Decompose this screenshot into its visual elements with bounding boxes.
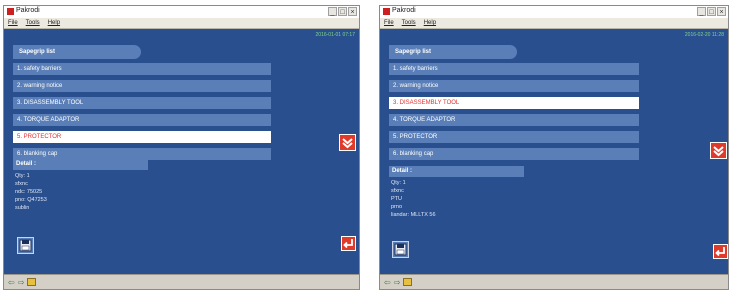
detail-line: Qty: 1: [391, 180, 406, 186]
enter-button[interactable]: [341, 236, 356, 251]
menu-bar: File Tools Help: [380, 18, 728, 29]
detail-line: prno: [391, 204, 403, 210]
detail-panel: Qty: 1 sfxnc PTU prno liandar: MLLTX 56: [391, 179, 436, 219]
detail-panel: Qty: 1 sfxnc ndc: 75025 pno: Q47253 subl…: [15, 172, 47, 212]
list-item-blanking-cap[interactable]: 6. blanking cap: [389, 148, 639, 160]
detail-line: sfxnc: [391, 188, 404, 194]
detail-line: ndc: 75025: [15, 189, 43, 195]
menu-tools[interactable]: Tools: [26, 20, 40, 26]
tool-list: 1. safety barriers 2. warning notice 3. …: [13, 63, 271, 165]
enter-icon: [715, 247, 725, 257]
tool-list: 1. safety barriers 2. warning notice 3. …: [389, 63, 639, 165]
save-button[interactable]: [392, 241, 409, 258]
detail-line: sublin: [15, 205, 30, 211]
forward-arrow-icon[interactable]: ⇨: [18, 278, 25, 287]
app-window-right: Pakrodi _ □ × File Tools Help 2016-02-20…: [379, 5, 729, 290]
detail-line: Qty: 1: [15, 173, 30, 179]
close-button[interactable]: ×: [717, 7, 726, 16]
down-arrow-icon: [342, 138, 353, 149]
app-window-left: Pakrodi _ □ × File Tools Help 2016-01-01…: [3, 5, 360, 290]
detail-header: Detail :: [389, 166, 524, 177]
menu-help[interactable]: Help: [48, 20, 60, 26]
list-item-disassembly-tool[interactable]: 3. DISASSEMBLY TOOL: [389, 97, 639, 109]
list-item-warning-notice[interactable]: 2. warning notice: [389, 80, 639, 92]
list-item-disassembly-tool[interactable]: 3. DISASSEMBLY TOOL: [13, 97, 271, 109]
menu-file[interactable]: File: [384, 20, 394, 26]
enter-button[interactable]: [713, 244, 728, 259]
menu-tools[interactable]: Tools: [402, 20, 416, 26]
detail-line: PTU: [391, 196, 402, 202]
app-icon: [7, 8, 14, 15]
list-header: Sapegrip list: [389, 45, 517, 59]
minimize-button[interactable]: _: [697, 7, 706, 16]
list-item-torque-adaptor[interactable]: 4. TORQUE ADAPTOR: [389, 114, 639, 126]
save-disk-icon: [394, 243, 407, 256]
list-item-protector[interactable]: 5. PROTECTOR: [13, 131, 271, 143]
list-item-warning-notice[interactable]: 2. warning notice: [13, 80, 271, 92]
main-panel: 2016-02-20 11:28 Sapegrip list 1. safety…: [380, 29, 728, 275]
main-panel: 2016-01-01 07:17 Sapegrip list 1. safety…: [4, 29, 359, 275]
datetime-display: 2016-01-01 07:17: [315, 32, 355, 38]
back-arrow-icon[interactable]: ⇦: [384, 278, 391, 287]
app-icon: [383, 8, 390, 15]
list-item-torque-adaptor[interactable]: 4. TORQUE ADAPTOR: [13, 114, 271, 126]
list-header: Sapegrip list: [13, 45, 141, 59]
down-arrow-button[interactable]: [339, 134, 356, 151]
enter-icon: [343, 239, 353, 249]
menu-bar: File Tools Help: [4, 18, 359, 29]
forward-arrow-icon[interactable]: ⇨: [394, 278, 401, 287]
folder-icon[interactable]: [403, 278, 413, 286]
menu-file[interactable]: File: [8, 20, 18, 26]
save-disk-icon: [19, 239, 32, 252]
detail-line: sfxnc: [15, 181, 28, 187]
back-arrow-icon[interactable]: ⇦: [8, 278, 15, 287]
datetime-display: 2016-02-20 11:28: [684, 32, 724, 38]
maximize-button[interactable]: □: [338, 7, 347, 16]
list-item-safety-barriers[interactable]: 1. safety barriers: [13, 63, 271, 75]
status-bar: ⇦ ⇨: [4, 274, 359, 289]
detail-header: Detail :: [13, 159, 148, 170]
menu-help[interactable]: Help: [424, 20, 436, 26]
maximize-button[interactable]: □: [707, 7, 716, 16]
detail-line: liandar: MLLTX 56: [391, 212, 436, 218]
list-item-protector[interactable]: 5. PROTECTOR: [389, 131, 639, 143]
window-title: Pakrodi: [392, 7, 416, 14]
folder-icon[interactable]: [27, 278, 37, 286]
down-arrow-icon: [713, 146, 724, 157]
save-button[interactable]: [17, 237, 34, 254]
title-bar[interactable]: Pakrodi _ □ ×: [4, 6, 359, 18]
status-bar: ⇦ ⇨: [380, 274, 728, 289]
down-arrow-button[interactable]: [710, 142, 727, 159]
close-button[interactable]: ×: [348, 7, 357, 16]
list-item-safety-barriers[interactable]: 1. safety barriers: [389, 63, 639, 75]
detail-line: pno: Q47253: [15, 197, 47, 203]
title-bar[interactable]: Pakrodi _ □ ×: [380, 6, 728, 18]
window-title: Pakrodi: [16, 7, 40, 14]
minimize-button[interactable]: _: [328, 7, 337, 16]
